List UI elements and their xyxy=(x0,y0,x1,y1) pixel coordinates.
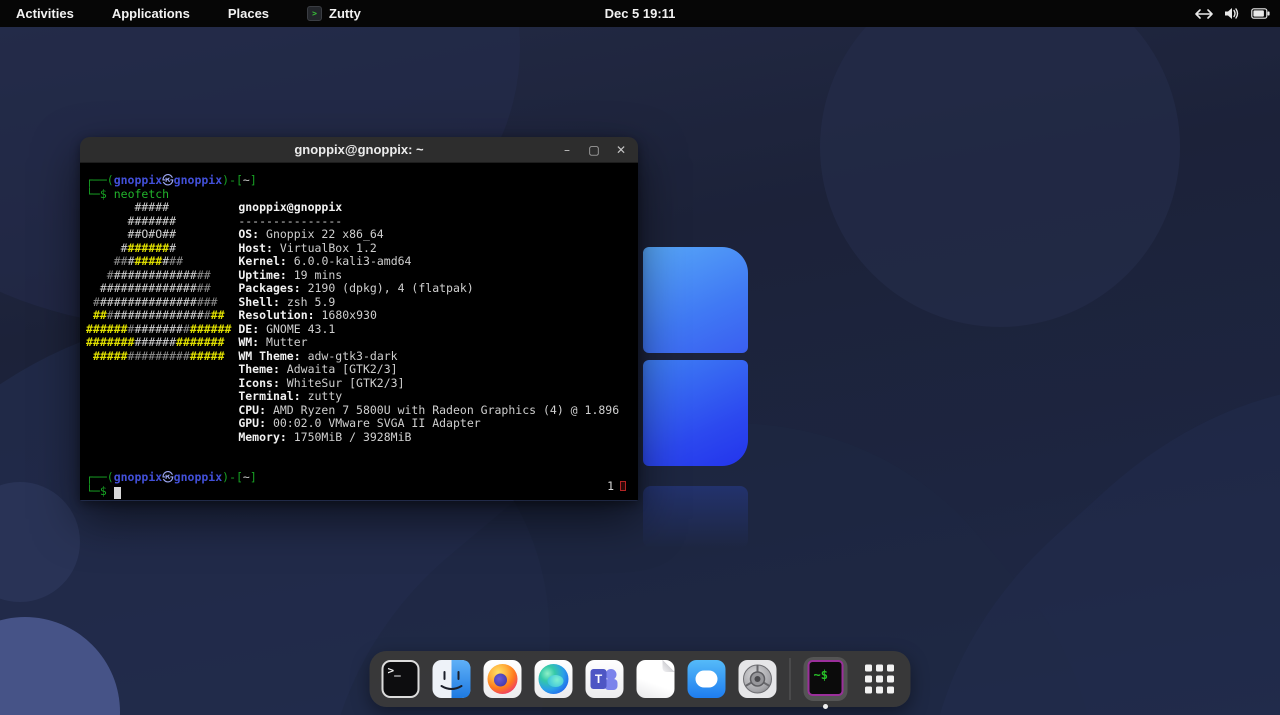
dock-separator xyxy=(790,658,791,700)
dock-item-files[interactable] xyxy=(433,660,471,698)
windows-logo-reflection xyxy=(643,486,748,548)
dock-item-messages[interactable] xyxy=(688,660,726,698)
focused-app-menu[interactable]: > Zutty xyxy=(303,4,365,23)
settings-gear-icon xyxy=(739,660,777,698)
exit-error-icon xyxy=(620,481,626,491)
dock-item-settings[interactable] xyxy=(739,660,777,698)
system-tray[interactable] xyxy=(1195,0,1270,27)
running-indicator-dot xyxy=(823,704,828,709)
terminal-body[interactable]: ┌──(gnoppix㉿gnoppix)-[~]└─$ neofetch ###… xyxy=(80,163,638,500)
network-arrows-icon xyxy=(1195,8,1213,20)
teams-icon: T xyxy=(586,660,624,698)
dock-item-app-grid[interactable] xyxy=(861,660,899,698)
terminal-window: gnoppix@gnoppix: ~ – ▢ ✕ ┌──(gnoppix㉿gno… xyxy=(80,137,638,501)
minimize-button[interactable]: – xyxy=(558,141,576,159)
app-grid-icon xyxy=(865,665,894,694)
dock-item-teams[interactable]: T xyxy=(586,660,624,698)
windows-logo-bottom-pane xyxy=(643,360,748,466)
window-titlebar[interactable]: gnoppix@gnoppix: ~ – ▢ ✕ xyxy=(80,137,638,163)
finder-icon xyxy=(433,660,471,698)
zutty-active-tile: ~$ xyxy=(804,657,848,701)
zutty-terminal-icon: ~$ xyxy=(808,660,844,696)
battery-icon xyxy=(1251,8,1270,19)
zutty-app-icon: > xyxy=(307,6,322,21)
dock-item-edge[interactable] xyxy=(535,660,573,698)
exit-status: 1 xyxy=(607,479,626,493)
messages-icon xyxy=(688,660,726,698)
dock-item-terminal[interactable]: >_ xyxy=(382,660,420,698)
applications-menu[interactable]: Applications xyxy=(108,4,194,23)
wallpaper-wave xyxy=(820,27,1180,327)
maximize-button[interactable]: ▢ xyxy=(585,141,603,159)
places-menu[interactable]: Places xyxy=(224,4,273,23)
firefox-icon xyxy=(484,660,522,698)
window-title: gnoppix@gnoppix: ~ xyxy=(294,142,423,157)
close-button[interactable]: ✕ xyxy=(612,141,630,159)
dock-item-documents[interactable] xyxy=(637,660,675,698)
clock-label: Dec 5 19:11 xyxy=(605,6,676,21)
windows-logo-top-pane xyxy=(643,247,748,353)
activities-button[interactable]: Activities xyxy=(12,4,78,23)
terminal-output: ┌──(gnoppix㉿gnoppix)-[~]└─$ neofetch ###… xyxy=(86,174,630,498)
focused-app-label: Zutty xyxy=(329,6,361,21)
volume-icon xyxy=(1224,7,1240,20)
dock-item-firefox[interactable] xyxy=(484,660,522,698)
dock-item-zutty[interactable]: ~$ xyxy=(804,657,848,701)
clock[interactable]: Dec 5 19:11 xyxy=(605,0,676,27)
terminal-icon: >_ xyxy=(382,660,420,698)
top-bar: Activities Applications Places > Zutty D… xyxy=(0,0,1280,27)
edge-icon xyxy=(535,660,573,698)
exit-code: 1 xyxy=(607,479,614,493)
document-icon xyxy=(637,660,675,698)
dock: >_ T xyxy=(370,651,911,707)
